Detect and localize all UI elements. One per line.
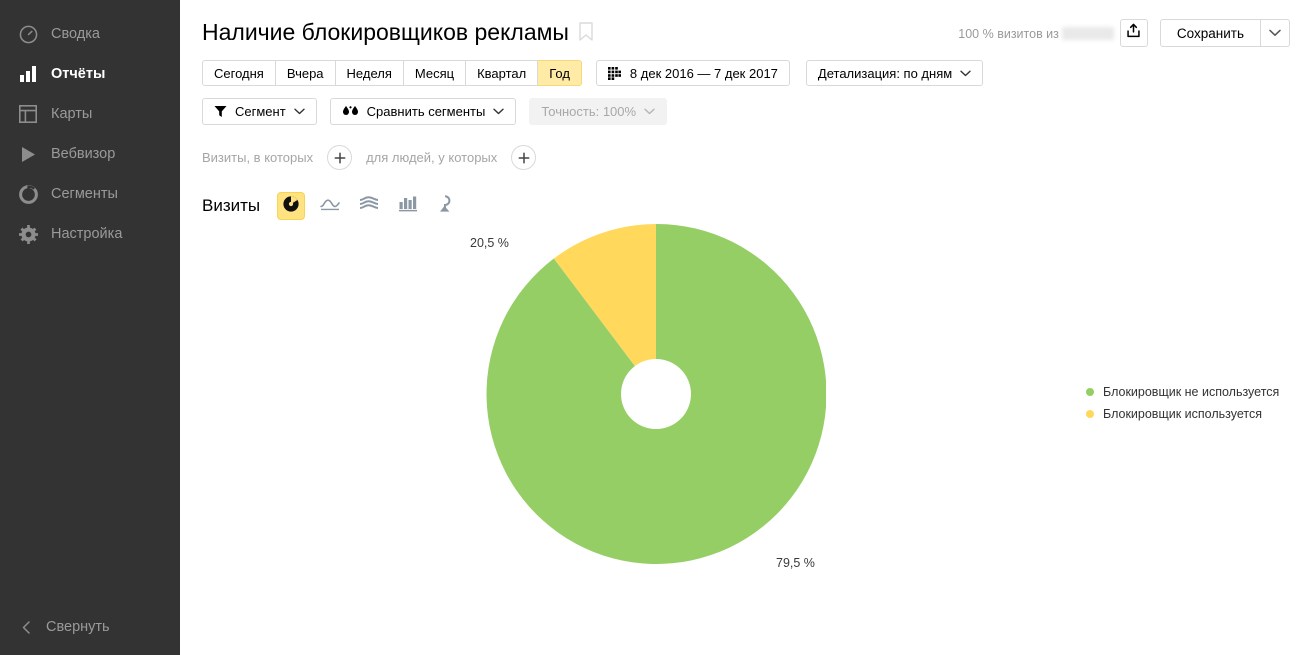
legend-label: Блокировщик используется	[1103, 407, 1262, 421]
play-icon	[18, 144, 38, 164]
bookmark-icon[interactable]	[579, 22, 593, 46]
period-tab-month[interactable]: Месяц	[403, 60, 467, 86]
chevron-down-icon	[960, 70, 971, 77]
period-tabs: Сегодня Вчера Неделя Месяц Квартал Год	[202, 60, 582, 86]
add-visit-filter-button[interactable]	[327, 145, 353, 170]
legend-label: Блокировщик не используется	[1103, 385, 1280, 399]
sidebar-item-segments[interactable]: Сегменты	[0, 174, 180, 214]
compare-segments-label: Сравнить сегменты	[366, 104, 486, 119]
main-content: Наличие блокировщиков рекламы 100 % визи…	[180, 0, 1304, 655]
segment-button[interactable]: Сегмент	[202, 98, 317, 125]
export-button[interactable]	[1119, 19, 1148, 47]
legend-color-swatch	[1086, 388, 1094, 396]
filter-builder: Визиты, в которых для людей, у которых	[180, 125, 1304, 170]
visits-share-note: 100 % визитов из	[958, 27, 1114, 41]
donut-svg	[486, 224, 826, 564]
sidebar-collapse-button[interactable]: Свернуть	[0, 607, 180, 647]
layout-icon	[18, 104, 38, 124]
period-tab-today[interactable]: Сегодня	[202, 60, 276, 86]
line-chart-icon	[320, 197, 340, 216]
legend-item-0[interactable]: Блокировщик не используется	[1086, 385, 1279, 399]
donut-icon	[18, 184, 38, 204]
sidebar-item-label: Вебвизор	[51, 145, 116, 162]
plus-icon	[518, 152, 530, 163]
chart-type-toolbar: Визиты	[180, 170, 1304, 220]
chart-type-line-button[interactable]	[316, 192, 344, 220]
metric-label: Визиты	[202, 196, 261, 215]
chart-type-area-button[interactable]	[355, 192, 383, 220]
sidebar-item-reports[interactable]: Отчёты	[0, 54, 180, 94]
sidebar-item-label: Отчёты	[51, 65, 106, 82]
visits-filter-label: Визиты, в которых	[202, 150, 314, 165]
detail-level-button[interactable]: Детализация: по дням	[805, 60, 984, 86]
pie-label-1: 20,5 %	[470, 236, 509, 250]
period-tab-quarter[interactable]: Квартал	[466, 60, 539, 86]
sidebar-item-webvisor[interactable]: Вебвизор	[0, 134, 180, 174]
plus-icon	[334, 152, 346, 163]
pie-label-0: 79,5 %	[776, 556, 815, 570]
add-people-filter-button[interactable]	[511, 145, 537, 170]
chart-container: 20,5 % 79,5 % Блокировщик не используетс…	[180, 220, 1304, 640]
sidebar-item-maps[interactable]: Карты	[0, 94, 180, 134]
save-button[interactable]: Сохранить	[1159, 19, 1260, 47]
sidebar-item-label: Сводка	[51, 25, 100, 42]
header: Наличие блокировщиков рекламы 100 % визи…	[180, 0, 1304, 52]
donut-chart[interactable]	[486, 224, 826, 564]
date-range-button[interactable]: 8 дек 2016 — 7 дек 2017	[595, 60, 790, 86]
period-tab-year[interactable]: Год	[538, 60, 582, 86]
bar-chart-icon	[399, 196, 418, 217]
people-filter-label: для людей, у которых	[366, 150, 498, 165]
period-toolbar: Сегодня Вчера Неделя Месяц Квартал Год 8…	[180, 52, 1304, 86]
period-tab-week[interactable]: Неделя	[335, 60, 404, 86]
save-button-group: Сохранить	[1159, 19, 1290, 47]
gauge-icon	[18, 24, 38, 44]
donut-hole	[621, 359, 691, 429]
map-chart-icon	[438, 194, 456, 218]
segment-toolbar: Сегмент Сравнить сегменты Точность: 100%	[180, 86, 1304, 125]
calendar-icon	[607, 66, 621, 80]
sidebar-item-summary[interactable]: Сводка	[0, 14, 180, 54]
sidebar-item-label: Настройка	[51, 225, 123, 242]
page-title: Наличие блокировщиков рекламы	[202, 19, 569, 45]
segment-label: Сегмент	[235, 104, 286, 119]
sidebar-nav: Сводка Отчёты Карты Вебвизор Сегменты На…	[0, 0, 180, 254]
accuracy-label: Точность: 100%	[541, 104, 637, 119]
detail-level-label: Детализация: по дням	[817, 65, 953, 81]
export-icon	[1126, 23, 1141, 43]
sidebar-collapse-label: Свернуть	[46, 619, 110, 635]
compare-drops-icon	[342, 105, 359, 118]
pie-chart-icon	[282, 195, 300, 218]
chart-type-bar-button[interactable]	[394, 192, 422, 220]
chevron-down-icon	[293, 108, 305, 115]
legend-color-swatch	[1086, 410, 1094, 418]
chart-type-pie-button[interactable]	[277, 192, 306, 220]
date-range-label: 8 дек 2016 — 7 дек 2017	[629, 65, 778, 81]
compare-segments-button[interactable]: Сравнить сегменты	[329, 98, 517, 125]
bar-chart-icon	[18, 64, 38, 84]
legend-item-1[interactable]: Блокировщик используется	[1086, 407, 1279, 421]
sidebar-item-label: Карты	[51, 105, 93, 122]
redacted-site-name	[1061, 27, 1114, 40]
area-chart-icon	[359, 196, 379, 216]
chevron-down-icon	[1269, 24, 1281, 42]
chart-legend: Блокировщик не используется Блокировщик …	[1086, 385, 1279, 429]
period-tab-yesterday[interactable]: Вчера	[275, 60, 336, 86]
chevron-left-icon	[22, 620, 30, 634]
accuracy-button[interactable]: Точность: 100%	[529, 98, 668, 125]
sidebar-item-label: Сегменты	[51, 185, 118, 202]
chevron-down-icon	[493, 108, 505, 115]
save-dropdown-button[interactable]	[1260, 19, 1290, 47]
funnel-icon	[214, 105, 227, 118]
chart-type-map-button[interactable]	[433, 192, 461, 220]
app-root: Сводка Отчёты Карты Вебвизор Сегменты На…	[0, 0, 1304, 655]
sidebar-item-settings[interactable]: Настройка	[0, 214, 180, 254]
visits-share-text: 100 % визитов из	[958, 27, 1059, 41]
gear-icon	[18, 224, 38, 244]
chevron-down-icon	[644, 108, 655, 115]
sidebar: Сводка Отчёты Карты Вебвизор Сегменты На…	[0, 0, 180, 655]
